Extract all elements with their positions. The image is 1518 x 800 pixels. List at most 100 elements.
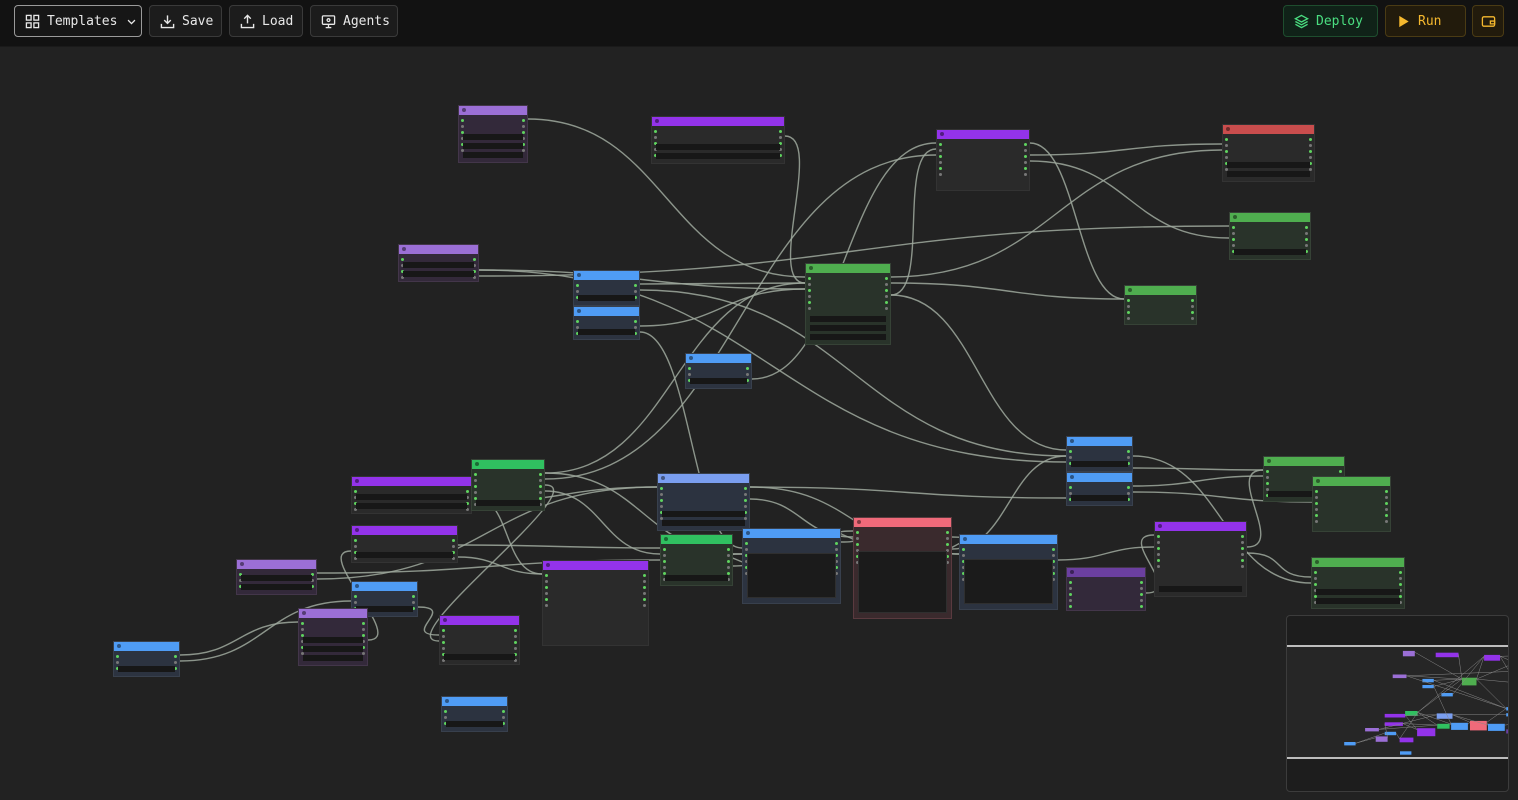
input-port[interactable] <box>1315 502 1318 505</box>
input-port[interactable] <box>660 505 663 508</box>
node-header[interactable] <box>399 245 478 254</box>
output-port[interactable] <box>362 622 365 625</box>
node-field[interactable] <box>1227 171 1310 177</box>
node-header[interactable] <box>1067 437 1132 446</box>
output-port[interactable] <box>1241 553 1244 556</box>
input-port[interactable] <box>663 566 666 569</box>
output-port[interactable] <box>835 548 838 551</box>
input-port[interactable] <box>461 125 464 128</box>
input-port[interactable] <box>461 119 464 122</box>
flow-node[interactable] <box>1311 557 1405 609</box>
node-field[interactable] <box>690 378 747 384</box>
input-port[interactable] <box>116 661 119 664</box>
input-port[interactable] <box>1127 311 1130 314</box>
output-port[interactable] <box>539 485 542 488</box>
input-port[interactable] <box>1157 541 1160 544</box>
input-port[interactable] <box>354 601 357 604</box>
node-field[interactable] <box>463 152 523 158</box>
flow-node[interactable] <box>685 353 752 389</box>
minimap[interactable] <box>1286 615 1509 792</box>
output-port[interactable] <box>727 548 730 551</box>
input-port[interactable] <box>1069 581 1072 584</box>
input-port[interactable] <box>1232 244 1235 247</box>
output-port[interactable] <box>412 601 415 604</box>
output-port[interactable] <box>1024 167 1027 170</box>
input-port[interactable] <box>1127 305 1130 308</box>
input-port[interactable] <box>301 622 304 625</box>
flow-node[interactable] <box>573 270 640 306</box>
input-port[interactable] <box>1069 486 1072 489</box>
node-field[interactable] <box>303 655 363 661</box>
output-port[interactable] <box>744 493 747 496</box>
input-port[interactable] <box>745 542 748 545</box>
flow-node[interactable] <box>471 459 545 511</box>
output-port[interactable] <box>1140 599 1143 602</box>
node-header[interactable] <box>574 307 639 316</box>
node-header[interactable] <box>686 354 751 363</box>
output-port[interactable] <box>174 661 177 664</box>
input-port[interactable] <box>474 485 477 488</box>
input-port[interactable] <box>1314 577 1317 580</box>
input-port[interactable] <box>1232 232 1235 235</box>
output-port[interactable] <box>1127 456 1130 459</box>
node-field[interactable] <box>356 552 453 558</box>
node-field[interactable] <box>810 325 886 331</box>
output-port[interactable] <box>514 647 517 650</box>
node-field[interactable] <box>446 721 503 727</box>
output-port[interactable] <box>1399 577 1402 580</box>
node-field[interactable] <box>656 153 780 159</box>
input-port[interactable] <box>1157 565 1160 568</box>
flow-node[interactable] <box>351 476 472 514</box>
node-field[interactable] <box>403 262 474 268</box>
node-header[interactable] <box>1264 457 1344 466</box>
output-port[interactable] <box>885 283 888 286</box>
output-port[interactable] <box>643 574 646 577</box>
output-port[interactable] <box>779 130 782 133</box>
output-port[interactable] <box>1241 541 1244 544</box>
input-port[interactable] <box>1127 317 1130 320</box>
input-port[interactable] <box>808 301 811 304</box>
output-port[interactable] <box>1305 232 1308 235</box>
output-port[interactable] <box>744 499 747 502</box>
node-field[interactable] <box>463 134 523 140</box>
input-port[interactable] <box>808 283 811 286</box>
node-field[interactable] <box>578 329 635 335</box>
output-port[interactable] <box>539 491 542 494</box>
output-port[interactable] <box>1305 244 1308 247</box>
output-port[interactable] <box>946 531 949 534</box>
input-port[interactable] <box>1315 520 1318 523</box>
output-port[interactable] <box>727 560 730 563</box>
node-header[interactable] <box>472 460 544 469</box>
output-port[interactable] <box>1024 155 1027 158</box>
input-port[interactable] <box>939 173 942 176</box>
output-port[interactable] <box>362 628 365 631</box>
output-port[interactable] <box>1024 143 1027 146</box>
input-port[interactable] <box>442 641 445 644</box>
input-port[interactable] <box>1232 226 1235 229</box>
output-port[interactable] <box>1024 173 1027 176</box>
node-field[interactable] <box>656 144 780 150</box>
output-port[interactable] <box>1385 502 1388 505</box>
input-port[interactable] <box>1069 605 1072 608</box>
output-port[interactable] <box>412 595 415 598</box>
input-port[interactable] <box>663 548 666 551</box>
flow-node[interactable] <box>1066 567 1146 611</box>
input-port[interactable] <box>1225 144 1228 147</box>
run-button[interactable]: Run <box>1385 5 1466 37</box>
flow-node[interactable] <box>657 473 750 531</box>
output-port[interactable] <box>452 539 455 542</box>
output-port[interactable] <box>835 542 838 545</box>
output-port[interactable] <box>522 119 525 122</box>
node-field[interactable] <box>303 637 363 643</box>
output-port[interactable] <box>744 505 747 508</box>
flow-node[interactable] <box>573 306 640 340</box>
flow-node[interactable] <box>298 608 368 666</box>
flow-node[interactable] <box>236 559 317 595</box>
output-port[interactable] <box>634 320 637 323</box>
input-port[interactable] <box>939 161 942 164</box>
input-port[interactable] <box>654 136 657 139</box>
node-header[interactable] <box>743 529 840 538</box>
input-port[interactable] <box>688 373 691 376</box>
flow-node[interactable] <box>1066 472 1133 506</box>
node-header[interactable] <box>658 474 749 483</box>
